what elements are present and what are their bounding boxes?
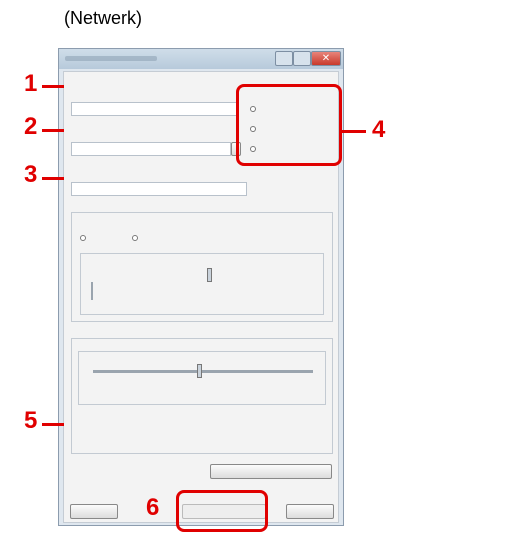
group-2-inner-box [78, 351, 326, 405]
settings-group-1 [71, 212, 333, 322]
callout-5-leader [42, 423, 64, 426]
left-bottom-button[interactable] [70, 504, 118, 519]
field-1-input[interactable] [71, 102, 239, 116]
dialog-titlebar[interactable]: ✕ [59, 49, 343, 69]
callout-3-leader [42, 177, 64, 180]
callout-3-number: 3 [24, 161, 38, 188]
advanced-button[interactable] [210, 464, 332, 479]
page-title: (Netwerk) [64, 8, 143, 28]
field-3-input[interactable] [71, 182, 247, 196]
callout-4-leader [342, 130, 366, 133]
callout-2-number: 2 [24, 113, 38, 140]
group-1-slider-left-tick [91, 282, 93, 300]
group-1-radio-a[interactable] [80, 235, 86, 241]
maximize-button[interactable] [293, 51, 311, 66]
callout-1-leader [42, 85, 64, 88]
callout-6-number: 6 [146, 494, 160, 521]
minimize-button[interactable] [275, 51, 293, 66]
field-2-input[interactable] [71, 142, 231, 156]
callout-1-number: 1 [24, 70, 38, 97]
right-bottom-button[interactable] [286, 504, 334, 519]
group-1-inner-box [80, 253, 324, 315]
dialog-title [65, 56, 157, 61]
callout-5-number: 5 [24, 407, 38, 434]
callout-4-highlight [236, 84, 342, 166]
group-1-slider-thumb[interactable] [207, 268, 212, 282]
group-1-radio-b[interactable] [132, 235, 138, 241]
group-2-slider-thumb[interactable] [197, 364, 202, 378]
close-button[interactable]: ✕ [311, 51, 341, 66]
callout-4-number: 4 [372, 116, 386, 143]
callout-6-highlight [176, 490, 268, 532]
group-2-slider-track[interactable] [93, 370, 313, 373]
settings-group-2 [71, 338, 333, 454]
callout-2-leader [42, 129, 64, 132]
